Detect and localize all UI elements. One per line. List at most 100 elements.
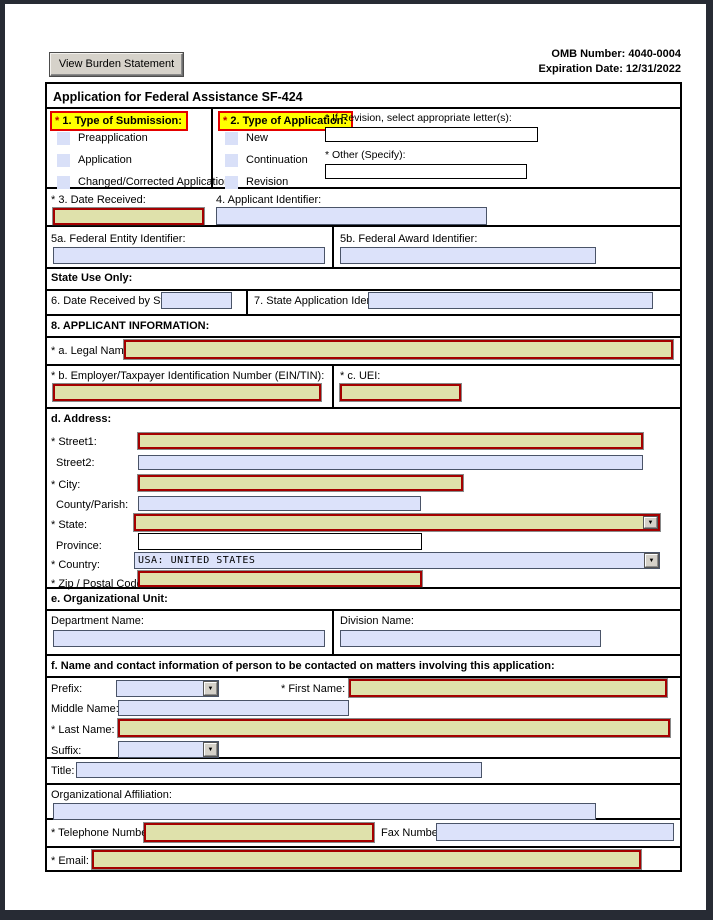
- divider: [45, 609, 682, 611]
- street1-field[interactable]: [138, 433, 643, 449]
- middle-name-label: Middle Name:: [51, 703, 119, 715]
- date-received-by-state-field[interactable]: [161, 292, 232, 309]
- checkbox-label: Changed/Corrected Application: [78, 176, 231, 188]
- federal-award-identifier-field[interactable]: [340, 247, 596, 264]
- applicant-identifier-field[interactable]: [216, 207, 487, 225]
- federal-entity-identifier-label: 5a. Federal Entity Identifier:: [51, 233, 186, 245]
- street2-field[interactable]: [138, 455, 643, 470]
- state-application-identifier-field[interactable]: [368, 292, 653, 309]
- viewer-frame: View Burden Statement OMB Number: 4040-0…: [0, 0, 713, 920]
- country-select[interactable]: USA: UNITED STATES ▼: [134, 552, 660, 569]
- street2-label: Street2:: [56, 457, 95, 469]
- checkbox-changed-corrected[interactable]: [57, 176, 70, 189]
- divider: [45, 336, 682, 338]
- first-name-field[interactable]: [349, 679, 667, 697]
- province-label: Province:: [56, 540, 102, 552]
- label-text: 1. Type of Submission:: [62, 115, 182, 127]
- middle-name-field[interactable]: [118, 700, 349, 716]
- checkbox-continuation[interactable]: [225, 154, 238, 167]
- divider: [332, 225, 334, 267]
- state-label: * State:: [51, 519, 88, 531]
- divider: [332, 609, 334, 654]
- ein-field[interactable]: [53, 384, 321, 401]
- divider: [332, 364, 334, 407]
- org-affiliation-field[interactable]: [53, 803, 596, 820]
- county-parish-field[interactable]: [138, 496, 421, 511]
- org-unit-header: e. Organizational Unit:: [51, 593, 168, 605]
- revision-letters-field[interactable]: [325, 127, 538, 142]
- divider: [45, 407, 682, 409]
- other-specify-field[interactable]: [325, 164, 527, 179]
- date-received-field[interactable]: [53, 208, 204, 225]
- divider: [45, 107, 682, 109]
- state-select[interactable]: ▼: [134, 514, 660, 531]
- checkbox-new[interactable]: [225, 132, 238, 145]
- federal-entity-identifier-field[interactable]: [53, 247, 325, 264]
- country-value: USA: UNITED STATES: [138, 555, 256, 566]
- checkbox-label: New: [246, 132, 269, 144]
- org-affiliation-label: Organizational Affiliation:: [51, 789, 172, 801]
- legal-name-field[interactable]: [124, 340, 673, 359]
- ein-label: * b. Employer/Taxpayer Identification Nu…: [51, 370, 325, 382]
- required-asterisk: *: [223, 115, 228, 127]
- expiration-date: Expiration Date: 12/31/2022: [538, 63, 681, 75]
- contact-header: f. Name and contact information of perso…: [51, 660, 555, 672]
- state-use-only-header: State Use Only:: [51, 272, 133, 284]
- view-burden-statement-button[interactable]: View Burden Statement: [50, 53, 183, 76]
- division-name-field[interactable]: [340, 630, 601, 647]
- federal-award-identifier-label: 5b. Federal Award Identifier:: [340, 233, 478, 245]
- province-field[interactable]: [138, 533, 422, 550]
- fax-number-field[interactable]: [436, 823, 674, 841]
- suffix-select[interactable]: ▼: [118, 741, 219, 758]
- county-parish-label: County/Parish:: [56, 499, 129, 511]
- email-field[interactable]: [92, 850, 641, 869]
- city-label: * City:: [51, 479, 81, 491]
- other-specify-label: * Other (Specify):: [325, 149, 406, 161]
- divider: [45, 289, 682, 291]
- prefix-select[interactable]: ▼: [116, 680, 219, 697]
- divider: [45, 225, 682, 227]
- last-name-field[interactable]: [118, 719, 670, 737]
- required-asterisk: *: [55, 115, 60, 127]
- checkbox-label: Application: [78, 154, 132, 166]
- divider: [45, 654, 682, 656]
- department-name-field[interactable]: [53, 630, 325, 647]
- checkbox-revision[interactable]: [225, 176, 238, 189]
- city-field[interactable]: [138, 475, 463, 491]
- date-received-label: * 3. Date Received:: [51, 194, 146, 206]
- divider: [45, 267, 682, 269]
- telephone-field[interactable]: [144, 823, 374, 842]
- applicant-identifier-label: 4. Applicant Identifier:: [216, 194, 322, 206]
- divider: [45, 783, 682, 785]
- title-label: Title:: [51, 765, 75, 777]
- checkbox-application[interactable]: [57, 154, 70, 167]
- zip-postal-code-label: * Zip / Postal Code:: [51, 578, 146, 590]
- first-name-label: * First Name:: [281, 683, 346, 695]
- zip-postal-code-field[interactable]: [138, 571, 422, 587]
- type-of-submission-label: * 1. Type of Submission:: [50, 111, 188, 131]
- checkbox-label: Preapplication: [78, 132, 148, 144]
- applicant-information-header: 8. APPLICANT INFORMATION:: [51, 320, 210, 332]
- chevron-down-icon[interactable]: ▼: [644, 517, 657, 528]
- chevron-down-icon[interactable]: ▼: [204, 743, 217, 756]
- title-field[interactable]: [76, 762, 482, 778]
- divider: [45, 314, 682, 316]
- chevron-down-icon[interactable]: ▼: [645, 554, 658, 567]
- suffix-label: Suffix:: [51, 745, 82, 757]
- omb-number: OMB Number: 4040-0004: [551, 48, 681, 60]
- uei-field[interactable]: [340, 384, 461, 401]
- last-name-label: * Last Name:: [51, 724, 115, 736]
- country-label: * Country:: [51, 559, 100, 571]
- address-header: d. Address:: [51, 413, 112, 425]
- revision-letters-label: * If Revision, select appropriate letter…: [325, 112, 512, 124]
- divider: [211, 107, 213, 187]
- division-name-label: Division Name:: [340, 615, 414, 627]
- checkbox-preapplication[interactable]: [57, 132, 70, 145]
- divider: [45, 364, 682, 366]
- email-label: * Email:: [51, 855, 89, 867]
- divider: [246, 289, 248, 314]
- chevron-down-icon[interactable]: ▼: [204, 682, 217, 695]
- department-name-label: Department Name:: [51, 615, 144, 627]
- uei-label: * c. UEI:: [340, 370, 381, 382]
- divider: [45, 846, 682, 848]
